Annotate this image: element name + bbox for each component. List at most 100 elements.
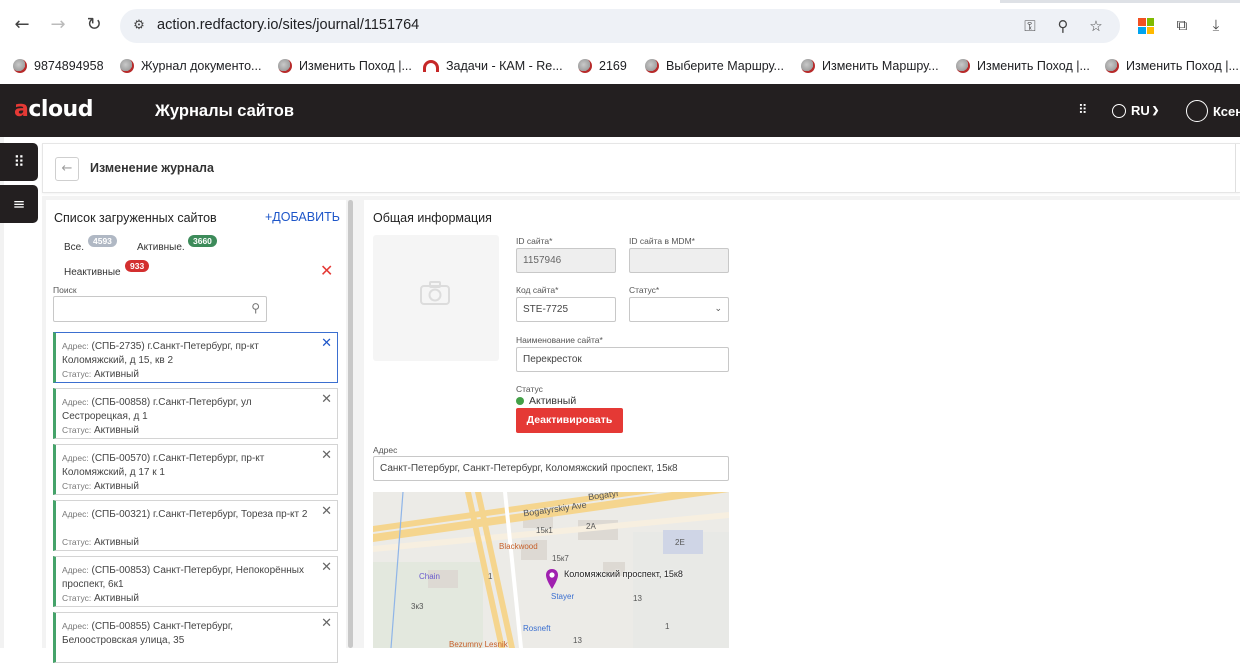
app-header: acloud Журналы сайтов ⠿ RU ❯ Ксен bbox=[0, 84, 1240, 137]
chevron-down-icon: ⌄ bbox=[714, 304, 722, 314]
clear-filter-icon[interactable]: ✕ bbox=[320, 261, 333, 280]
map-house-number: 15к1 bbox=[536, 526, 553, 535]
close-icon[interactable]: ✕ bbox=[321, 616, 332, 631]
acloud-logo[interactable]: acloud bbox=[14, 97, 93, 122]
map-poi-label: Blackwood bbox=[499, 542, 538, 551]
bookmark-item[interactable]: Журнал документо... bbox=[120, 55, 261, 77]
address-field[interactable]: Санкт-Петербург, Санкт-Петербург, Коломя… bbox=[373, 456, 729, 481]
list-item[interactable]: Адрес: (СПБ-2735) г.Санкт-Петербург, пр-… bbox=[53, 332, 338, 383]
map-house-number: 15к7 bbox=[552, 554, 569, 563]
close-icon[interactable]: ✕ bbox=[321, 504, 332, 519]
user-icon bbox=[1186, 100, 1208, 122]
microsoft-apps-icon[interactable] bbox=[1138, 18, 1154, 34]
status-select[interactable]: ⌄ bbox=[629, 297, 729, 322]
favicon-icon bbox=[120, 59, 134, 73]
page-title: Изменение журнала bbox=[90, 161, 214, 175]
search-label: Поиск bbox=[53, 285, 77, 295]
bookmark-item[interactable]: Выберите Маршру... bbox=[645, 55, 784, 77]
zoom-icon[interactable]: ⚲ bbox=[1053, 16, 1073, 36]
site-list-panel: Список загруженных сайтов +ДОБАВИТЬ Все.… bbox=[46, 200, 346, 663]
reload-icon[interactable]: ↻ bbox=[82, 13, 106, 37]
app-title: Журналы сайтов bbox=[155, 102, 295, 120]
address-label: Адрес bbox=[373, 445, 398, 455]
address-bar[interactable]: ⚙ action.redfactory.io/sites/journal/115… bbox=[120, 9, 1120, 43]
menu-icon[interactable]: ≡ bbox=[0, 185, 38, 223]
filter-inactive[interactable]: Неактивные bbox=[64, 267, 121, 278]
download-icon[interactable]: ⤓ bbox=[1206, 15, 1226, 35]
map-house-number: 1 bbox=[665, 622, 670, 631]
back-button[interactable]: ← bbox=[55, 157, 79, 181]
add-site-button[interactable]: +ДОБАВИТЬ bbox=[265, 210, 340, 224]
user-menu[interactable]: Ксен bbox=[1186, 100, 1240, 122]
bookmarks-bar: 9874894958 Журнал документо... Изменить … bbox=[0, 50, 1240, 84]
site-id-field: 1157946 bbox=[516, 248, 616, 273]
map-house-number: 13 bbox=[633, 594, 642, 603]
map-pin-label: Коломяжский проспект, 15к8 bbox=[564, 569, 683, 579]
bookmark-item[interactable]: Изменить Поход |... bbox=[1105, 55, 1239, 77]
close-icon[interactable]: ✕ bbox=[321, 392, 332, 407]
status-indicator-icon bbox=[516, 397, 524, 405]
modules-grid-icon[interactable]: ⠿ bbox=[0, 143, 38, 181]
close-icon[interactable]: ✕ bbox=[321, 448, 332, 463]
apps-grid-icon[interactable]: ⠿ bbox=[1078, 104, 1092, 118]
site-info-icon[interactable]: ⚙ bbox=[129, 16, 149, 36]
list-item[interactable]: Адрес: (СПБ-00570) г.Санкт-Петербург, пр… bbox=[53, 444, 338, 495]
list-item[interactable]: Адрес: (СПБ-00858) г.Санкт-Петербург, ул… bbox=[53, 388, 338, 439]
site-photo-upload[interactable] bbox=[373, 235, 499, 361]
search-input[interactable]: ⚲ bbox=[53, 296, 267, 322]
search-icon[interactable]: ⚲ bbox=[251, 301, 260, 315]
favicon-icon bbox=[801, 59, 815, 73]
favicon-icon bbox=[13, 59, 27, 73]
map-house-number: 2Е bbox=[675, 538, 685, 547]
url-text[interactable]: action.redfactory.io/sites/journal/11517… bbox=[157, 17, 419, 33]
back-arrow-icon[interactable]: ← bbox=[10, 13, 34, 37]
map-house-number: 13 bbox=[573, 636, 582, 645]
site-id-label: ID сайта* bbox=[516, 236, 553, 246]
map-house-number: 2А bbox=[586, 522, 596, 531]
bookmark-item[interactable]: Задачи - КАМ - Re... bbox=[423, 55, 563, 77]
password-key-icon[interactable]: ⚿ bbox=[1020, 16, 1040, 36]
list-item[interactable]: Адрес: (СПБ-00853) Санкт-Петербург, Непо… bbox=[53, 556, 338, 607]
map-house-number: 3к3 bbox=[411, 602, 424, 611]
filter-active[interactable]: Активные. bbox=[137, 242, 185, 253]
inactive-count-badge: 933 bbox=[125, 260, 150, 272]
close-icon[interactable]: ✕ bbox=[321, 560, 332, 575]
close-icon[interactable]: ✕ bbox=[321, 336, 332, 351]
favicon-icon bbox=[578, 59, 592, 73]
list-item[interactable]: Адрес: (СПБ-00321) г.Санкт-Петербург, То… bbox=[53, 500, 338, 551]
bookmark-item[interactable]: Изменить Поход |... bbox=[956, 55, 1090, 77]
deactivate-button[interactable]: Деактивировать bbox=[516, 408, 623, 433]
bookmark-star-icon[interactable]: ☆ bbox=[1086, 16, 1106, 36]
site-name-label: Наименование сайта* bbox=[516, 335, 603, 345]
bookmark-item[interactable]: Изменить Маршру... bbox=[801, 55, 939, 77]
bookmark-item[interactable]: Изменить Поход |... bbox=[278, 55, 412, 77]
favicon-icon bbox=[1105, 59, 1119, 73]
bookmark-item[interactable]: 2169 bbox=[578, 55, 627, 77]
bookmark-item[interactable]: 9874894958 bbox=[13, 55, 104, 77]
list-item[interactable]: Адрес: (СПБ-00855) Санкт-Петербург, Бело… bbox=[53, 612, 338, 663]
status-value: Активный bbox=[529, 395, 577, 407]
favicon-icon bbox=[956, 59, 970, 73]
forward-arrow-icon[interactable]: → bbox=[46, 13, 70, 37]
mdm-id-label: ID сайта в MDM* bbox=[629, 236, 695, 246]
site-code-field[interactable]: STE-7725 bbox=[516, 297, 616, 322]
camera-icon bbox=[420, 281, 450, 305]
map-house-number: 1 bbox=[488, 572, 493, 581]
map-pin-icon[interactable] bbox=[545, 568, 559, 590]
browser-toolbar: ← → ↻ ⚙ action.redfactory.io/sites/journ… bbox=[0, 0, 1240, 50]
extensions-icon[interactable]: ⧉ bbox=[1172, 15, 1192, 35]
map-poi-label: Rosneft bbox=[523, 624, 551, 633]
rc-icon bbox=[423, 60, 439, 72]
filter-all[interactable]: Все. bbox=[64, 242, 84, 253]
favicon-icon bbox=[645, 59, 659, 73]
location-map[interactable]: Bogatyrskiy Ave Bogatyr Blackwood Chain … bbox=[373, 492, 729, 648]
list-title: Список загруженных сайтов bbox=[54, 211, 217, 225]
mdm-id-field bbox=[629, 248, 729, 273]
status-select-label: Статус* bbox=[629, 285, 660, 295]
site-code-label: Код сайта* bbox=[516, 285, 559, 295]
general-info-panel: Общая информация ID сайта* 1157946 ID са… bbox=[364, 200, 1240, 648]
site-name-field[interactable]: Перекресток bbox=[516, 347, 729, 372]
language-selector[interactable]: RU ❯ bbox=[1112, 103, 1159, 118]
favicon-icon bbox=[278, 59, 292, 73]
list-scrollbar[interactable] bbox=[348, 200, 353, 648]
